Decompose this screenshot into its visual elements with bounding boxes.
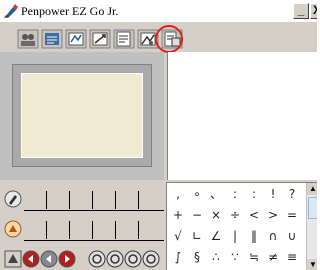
symbol-key[interactable]: ∪ <box>285 227 299 245</box>
user-settings-icon[interactable] <box>17 29 39 49</box>
writing-area[interactable] <box>167 52 317 180</box>
candidate-slots-1 <box>24 189 164 211</box>
pen-app-icon <box>4 4 18 18</box>
symbol-key[interactable]: × <box>209 206 223 224</box>
slot-divider <box>69 191 70 209</box>
window-title: Penpower EZ Go Jr. <box>21 4 119 18</box>
candidate-row-2 <box>0 217 166 245</box>
symbol-key[interactable]: − <box>190 206 204 224</box>
symbol-key[interactable]: | <box>228 227 242 245</box>
slot-divider <box>115 221 116 239</box>
pen-color-icon[interactable] <box>4 250 22 268</box>
navigation-row <box>0 248 166 270</box>
handwriting-mode-icon[interactable] <box>65 29 87 49</box>
symbol-key[interactable]: ≡ <box>285 248 299 266</box>
color-candidate-icon[interactable] <box>4 220 22 238</box>
document-edit-icon[interactable] <box>113 29 135 49</box>
symbol-key[interactable]: ‖ <box>247 227 261 245</box>
slot-divider <box>69 221 70 239</box>
symbol-panel: , ∘ 、 : : ! ? + − × ÷ < > = √ ∟ ∠ | ‖ ∩ … <box>166 182 317 270</box>
slot-divider <box>92 221 93 239</box>
symbol-key[interactable]: ∩ <box>266 227 280 245</box>
scroll-down-icon[interactable]: ▼ <box>307 259 317 270</box>
symbol-scrollbar[interactable]: ▲ ▼ <box>306 183 317 270</box>
writing-pad-frame <box>12 64 152 167</box>
next-page-icon[interactable] <box>58 250 76 268</box>
symbol-key[interactable]: ∠ <box>209 227 223 245</box>
slot-divider <box>46 191 47 209</box>
symbol-key[interactable]: ∴ <box>209 248 223 266</box>
slot-divider <box>46 221 47 239</box>
symbol-key[interactable]: ? <box>285 185 299 203</box>
symbol-key[interactable]: = <box>285 206 299 224</box>
circle-2-icon[interactable] <box>106 250 124 268</box>
slot-divider <box>138 221 139 239</box>
symbol-key[interactable]: ÷ <box>228 206 242 224</box>
symbol-key[interactable]: § <box>190 248 204 266</box>
highlight-circle <box>155 25 183 53</box>
slot-divider <box>138 191 139 209</box>
close-button[interactable]: X <box>310 3 317 19</box>
writing-pad[interactable] <box>21 73 143 158</box>
symbol-key[interactable]: ∘ <box>190 185 204 203</box>
symbol-key[interactable]: + <box>171 206 185 224</box>
symbol-key[interactable]: √ <box>171 227 185 245</box>
symbol-key[interactable]: : <box>247 185 261 203</box>
circle-1-icon[interactable] <box>88 250 106 268</box>
recognition-mode-icon[interactable] <box>89 29 111 49</box>
symbol-key[interactable]: > <box>266 206 280 224</box>
symbol-key[interactable]: ≒ <box>247 248 261 266</box>
candidate-slots-2 <box>24 219 164 241</box>
pen-candidate-icon[interactable] <box>4 190 22 208</box>
scroll-up-icon[interactable]: ▲ <box>307 183 317 195</box>
title-bar[interactable]: Penpower EZ Go Jr. _ X <box>0 0 317 22</box>
circle-4-icon[interactable] <box>142 250 160 268</box>
symbol-key[interactable]: ≠ <box>266 248 280 266</box>
circle-3-icon[interactable] <box>124 250 142 268</box>
slot-divider <box>115 191 116 209</box>
candidate-row-1 <box>0 187 166 215</box>
keyboard-dictionary-icon[interactable] <box>41 29 63 49</box>
symbol-key[interactable]: ∟ <box>190 227 204 245</box>
symbol-key[interactable]: ! <box>266 185 280 203</box>
symbol-key[interactable]: < <box>247 206 261 224</box>
first-page-icon[interactable] <box>22 250 40 268</box>
slot-divider <box>92 191 93 209</box>
symbol-key[interactable]: , <box>171 185 185 203</box>
app-window: Penpower EZ Go Jr. _ X , ∘ 、:: ! ? + −… <box>0 0 317 270</box>
symbol-key[interactable]: ∵ <box>228 248 242 266</box>
symbol-key[interactable]: ∫ <box>171 248 185 266</box>
prev-page-icon[interactable] <box>40 250 58 268</box>
handwriting-pane <box>0 52 164 180</box>
symbol-key[interactable]: : <box>228 185 242 203</box>
scroll-thumb[interactable] <box>308 197 317 219</box>
symbol-key[interactable]: 、 <box>209 185 223 203</box>
minimize-button[interactable]: _ <box>293 3 309 19</box>
